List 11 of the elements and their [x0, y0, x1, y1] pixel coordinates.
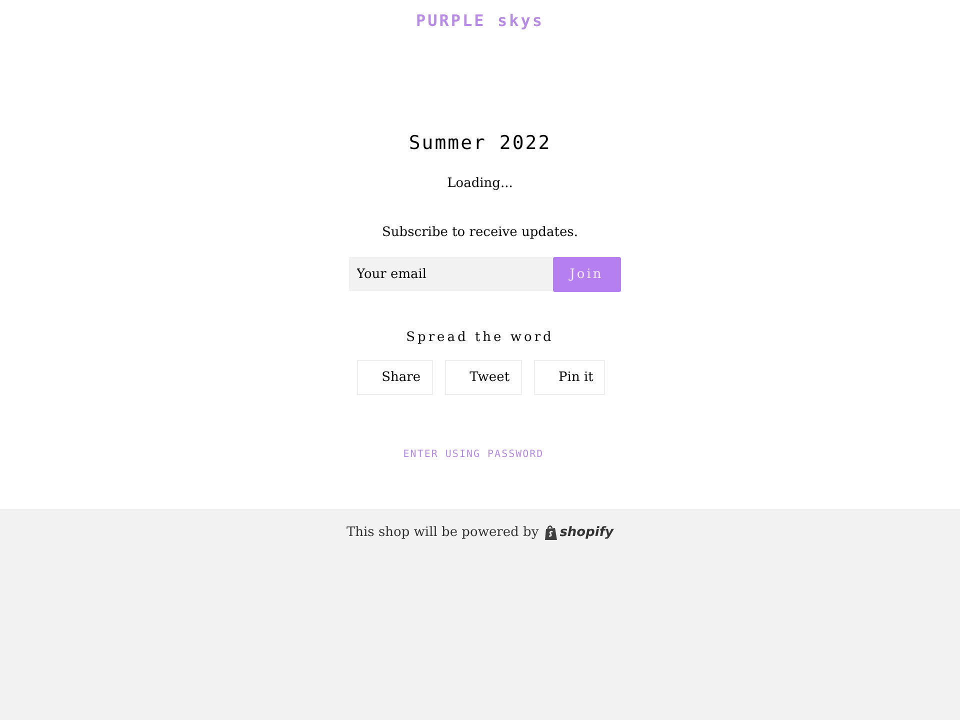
shopify-logo[interactable]: shopify	[544, 524, 614, 542]
page-title: Summer 2022	[408, 131, 552, 155]
share-button[interactable]: Share	[356, 360, 433, 395]
share-button[interactable]: Pin it	[534, 360, 606, 395]
loading-text: Loading...	[447, 175, 513, 193]
share-heading: Spread the word	[406, 329, 554, 347]
email-field[interactable]: Your email	[348, 257, 552, 291]
share-button[interactable]: Tweet	[444, 360, 522, 395]
footer-text: This shop will be powered by	[346, 524, 539, 542]
subscribe-text: Subscribe to receive updates.	[382, 224, 578, 242]
shopping-bag-icon	[544, 525, 558, 541]
